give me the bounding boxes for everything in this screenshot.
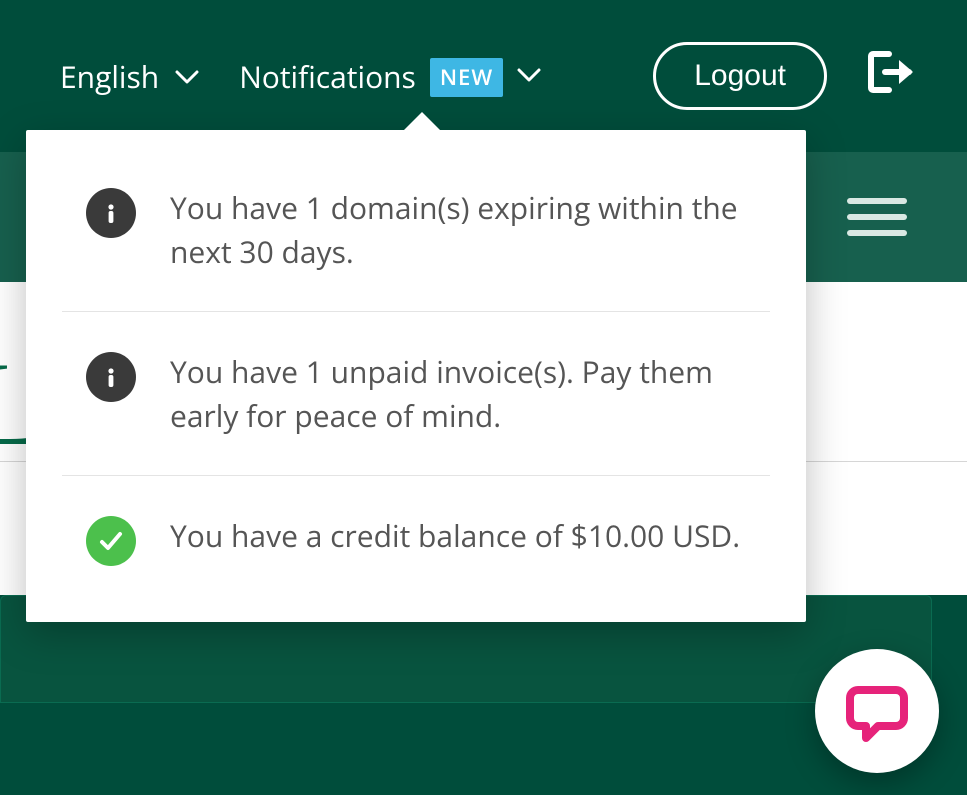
notifications-dropdown: You have 1 domain(s) expiring within the…: [26, 130, 806, 622]
chat-button[interactable]: [815, 649, 939, 773]
sign-out-icon[interactable]: [867, 50, 927, 103]
logout-button[interactable]: Logout: [653, 42, 827, 110]
chat-icon: [844, 678, 910, 744]
notification-text: You have a credit balance of $10.00 USD.: [170, 514, 740, 558]
notification-item[interactable]: You have 1 unpaid invoice(s). Pay them e…: [62, 311, 770, 475]
info-icon: [86, 188, 136, 238]
new-badge: NEW: [430, 58, 503, 97]
menu-icon[interactable]: [847, 188, 907, 246]
language-label: English: [60, 56, 159, 97]
notification-item[interactable]: You have a credit balance of $10.00 USD.: [62, 475, 770, 604]
language-selector[interactable]: English: [40, 56, 199, 97]
caret-down-icon: [175, 70, 199, 86]
info-icon: [86, 352, 136, 402]
caret-down-icon: [517, 68, 541, 84]
notification-text: You have 1 domain(s) expiring within the…: [170, 186, 766, 273]
logout-label: Logout: [694, 59, 786, 92]
check-icon: [86, 516, 136, 566]
notifications-label: Notifications: [239, 56, 416, 97]
notification-text: You have 1 unpaid invoice(s). Pay them e…: [170, 350, 766, 437]
notifications-dropdown-toggle[interactable]: Notifications NEW: [239, 56, 541, 97]
notification-item[interactable]: You have 1 domain(s) expiring within the…: [62, 148, 770, 311]
